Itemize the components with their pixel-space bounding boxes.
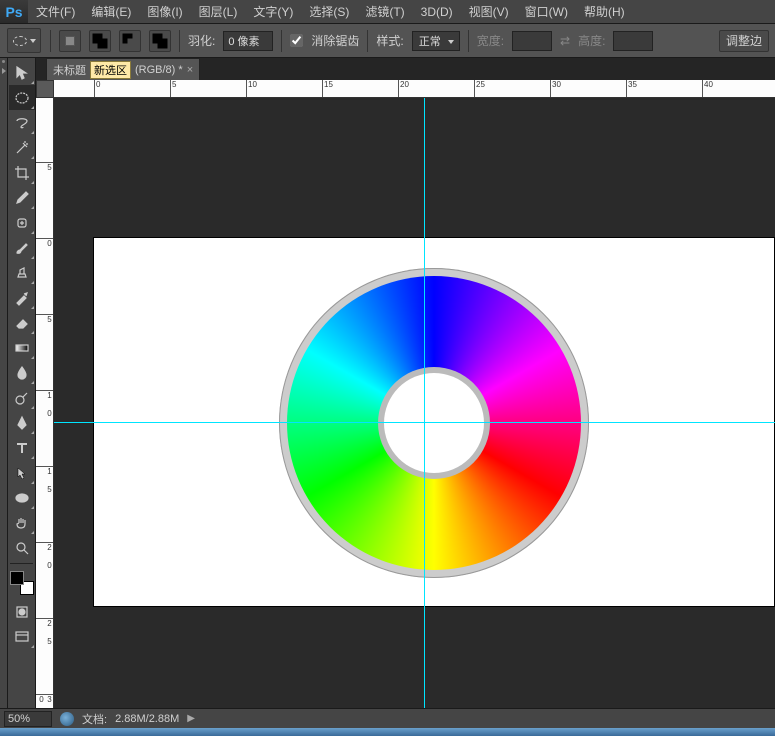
separator [179,30,180,52]
horizontal-guide[interactable] [54,422,775,423]
menu-3d[interactable]: 3D(D) [413,0,461,23]
selection-new-button[interactable] [59,30,81,52]
status-bar: 50% 文档: 2.88M/2.88M ▶ [0,708,775,728]
menu-image[interactable]: 图像(I) [139,0,190,23]
document-size-label: 文档: [82,711,107,727]
workspace: 未标题新选区 (RGB/8) * × 051015202530354045 505… [0,58,775,708]
feather-label: 羽化: [188,32,215,49]
menu-edit[interactable]: 编辑(E) [83,0,139,23]
crop-tool[interactable] [9,160,35,185]
menu-view[interactable]: 视图(V) [461,0,517,23]
type-tool[interactable] [9,435,35,460]
marquee-tool[interactable] [9,85,35,110]
chevron-down-icon [30,39,36,43]
menu-select[interactable]: 选择(S) [301,0,357,23]
color-wheel-artwork [279,268,589,578]
feather-input[interactable] [223,31,273,51]
foreground-color-swatch[interactable] [10,571,24,585]
move-tool[interactable] [9,60,35,85]
zoom-tool[interactable] [9,535,35,560]
shape-tool[interactable] [9,485,35,510]
width-label: 宽度: [477,32,504,49]
selection-intersect-button[interactable] [149,30,171,52]
menu-filter[interactable]: 滤镜(T) [357,0,412,23]
menu-bar: Ps 文件(F) 编辑(E) 图像(I) 图层(L) 文字(Y) 选择(S) 滤… [0,0,775,24]
quick-mask-toggle[interactable] [9,599,35,624]
vertical-guide[interactable] [424,98,425,708]
menu-file[interactable]: 文件(F) [28,0,83,23]
selection-mode-tooltip: 新选区 [90,61,131,79]
os-taskbar[interactable] [0,728,775,736]
history-brush-tool[interactable] [9,285,35,310]
eraser-tool[interactable] [9,310,35,335]
document-area: 未标题新选区 (RGB/8) * × 051015202530354045 505… [36,58,775,708]
menu-layer[interactable]: 图层(L) [191,0,246,23]
height-label: 高度: [578,32,605,49]
antialias-checkbox[interactable] [290,34,303,47]
document-tab-row: 未标题新选区 (RGB/8) * × [36,58,775,80]
refine-edge-button[interactable]: 调整边 [719,30,769,52]
separator [50,30,51,52]
hand-tool[interactable] [9,510,35,535]
document-size-value: 2.88M/2.88M [115,713,179,725]
gradient-tool[interactable] [9,335,35,360]
separator [367,30,368,52]
screen-mode-toggle[interactable] [9,624,35,649]
healing-brush-tool[interactable] [9,210,35,235]
clone-stamp-tool[interactable] [9,260,35,285]
tool-preset-picker[interactable] [7,28,41,53]
blur-tool[interactable] [9,360,35,385]
color-swatches[interactable] [10,571,34,595]
menu-type[interactable]: 文字(Y) [245,0,301,23]
selection-add-button[interactable] [89,30,111,52]
separator [281,30,282,52]
menu-help[interactable]: 帮助(H) [576,0,633,23]
separator [468,30,469,52]
swap-dimensions-icon: ⇄ [560,34,570,48]
selection-subtract-button[interactable] [119,30,141,52]
dodge-tool[interactable] [9,385,35,410]
tool-panel [8,58,36,708]
path-select-tool[interactable] [9,460,35,485]
document-info-icon[interactable] [60,712,74,726]
panel-collapse-strip[interactable] [0,58,8,708]
lasso-tool[interactable] [9,110,35,135]
style-label: 样式: [376,32,403,49]
magic-wand-tool[interactable] [9,135,35,160]
eyedropper-tool[interactable] [9,185,35,210]
zoom-level[interactable]: 50% [4,711,52,727]
horizontal-ruler[interactable]: 051015202530354045 [54,80,775,98]
chevron-right-icon[interactable]: ▶ [187,713,195,724]
height-input [613,31,653,51]
document-tab[interactable]: 未标题新选区 (RGB/8) * × [46,58,200,81]
canvas-viewport[interactable] [54,98,775,708]
style-select[interactable]: 正常 [412,31,460,51]
antialias-label: 消除锯齿 [311,32,359,49]
brush-tool[interactable] [9,235,35,260]
document-tab-mode: (RGB/8) * [135,64,183,76]
pen-tool[interactable] [9,410,35,435]
chevron-right-icon [2,68,6,74]
ruler-origin[interactable] [36,80,54,98]
document-tab-title: 未标题 [53,62,86,78]
chevron-down-icon [448,40,454,44]
app-logo[interactable]: Ps [0,0,28,23]
ellipse-marquee-icon [13,36,27,46]
separator [10,563,33,564]
menu-window[interactable]: 窗口(W) [517,0,576,23]
close-tab-icon[interactable]: × [187,64,193,76]
options-bar: 羽化: 消除锯齿 样式: 正常 宽度: ⇄ 高度: 调整边 [0,24,775,58]
width-input [512,31,552,51]
square-icon [65,36,75,46]
vertical-ruler[interactable]: 5051 01 52 02 53 0 [36,98,54,708]
